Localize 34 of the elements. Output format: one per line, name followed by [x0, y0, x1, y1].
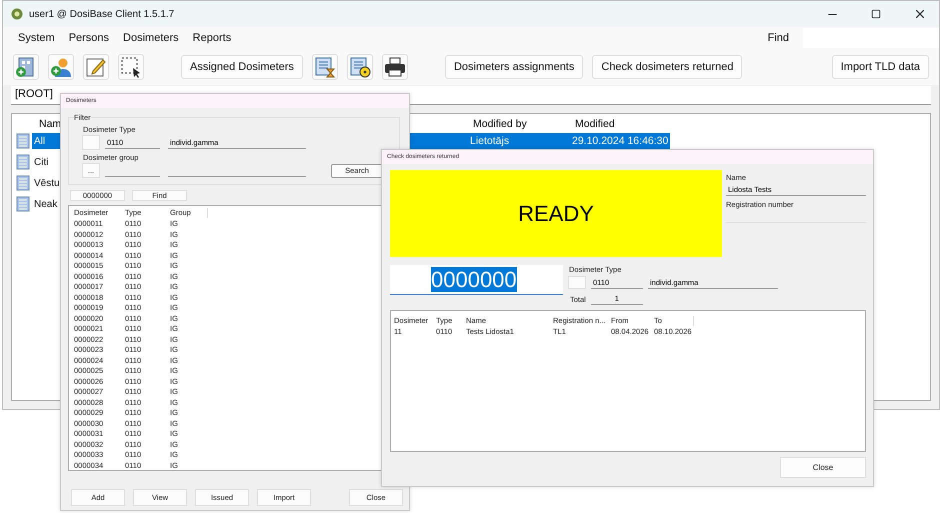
menu-item[interactable]: Reports [186, 32, 238, 44]
toolbar-button[interactable] [382, 54, 408, 80]
edit-icon [85, 56, 107, 78]
find-label: Find [768, 32, 789, 44]
find-field[interactable] [803, 28, 939, 48]
menu-item[interactable]: Dosimeters [116, 32, 186, 44]
printer-icon [384, 56, 406, 78]
table-cell: 29.10.2024 16:46:30 [568, 133, 670, 149]
person-add-icon [50, 56, 72, 78]
status-panel: READY [390, 170, 722, 257]
building-icon [16, 133, 30, 149]
close-button[interactable]: Close [780, 457, 866, 478]
toolbar-button[interactable]: Check dosimeters returned [592, 55, 742, 79]
toolbar-button[interactable]: Assigned Dosimeters [181, 55, 303, 79]
menu-item[interactable]: System [11, 32, 62, 44]
toolbar-button[interactable] [346, 54, 373, 80]
close-icon[interactable] [913, 7, 927, 21]
toolbar-button[interactable]: Import TLD data [832, 55, 929, 79]
building-icon [16, 154, 30, 170]
toolbar-button[interactable] [118, 54, 144, 80]
menu-item[interactable]: Persons [62, 32, 116, 44]
maximize-icon[interactable] [871, 9, 881, 19]
scan-field[interactable]: 0000000 [390, 265, 563, 295]
toolbar-button[interactable]: Dosimeters assignments [444, 55, 584, 79]
selection-cursor-icon [120, 56, 142, 78]
column-header[interactable]: Modified [572, 118, 674, 130]
table-cell: Lietotājs [466, 133, 568, 149]
window-title: user1 @ DosiBase Client 1.5.1.7 [29, 8, 176, 20]
column-header[interactable]: Modified by [470, 118, 572, 130]
building-icon [16, 175, 30, 191]
list-hourglass-icon [314, 56, 336, 78]
app-icon [11, 8, 23, 20]
list-radiation-icon [348, 56, 371, 78]
building-icon [16, 196, 30, 212]
